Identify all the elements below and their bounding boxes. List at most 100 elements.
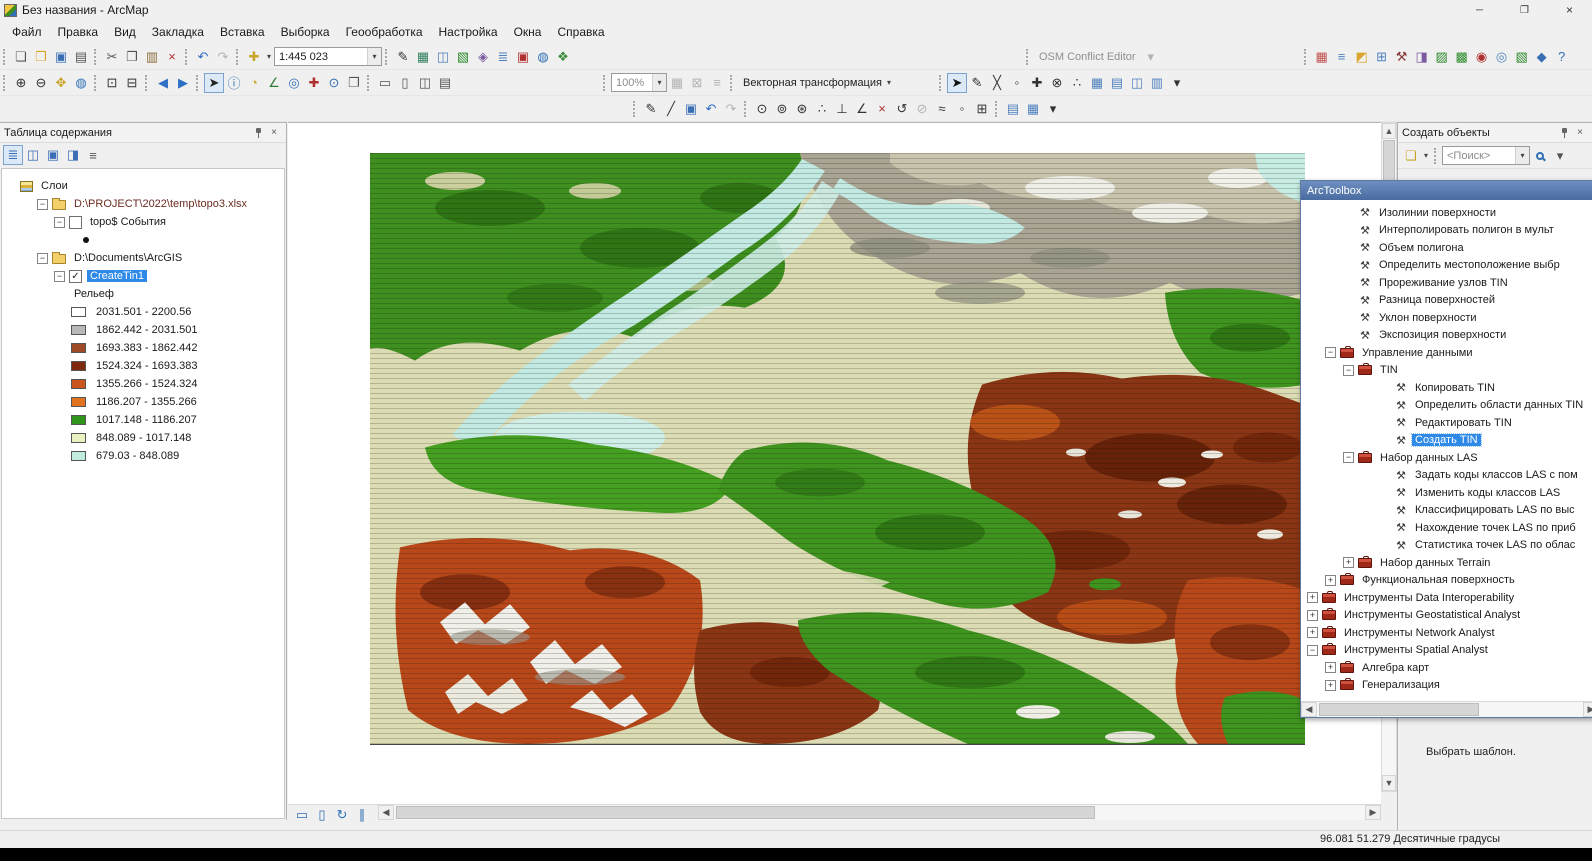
toolbox-item-label[interactable]: Экспозиция поверхности bbox=[1376, 329, 1509, 341]
toolbar-icon[interactable]: ⊙ bbox=[752, 99, 772, 119]
cut-icon[interactable]: ✂ bbox=[102, 47, 122, 67]
template-filter-dropdown-icon[interactable]: ▾ bbox=[1550, 146, 1570, 166]
toolbox-item-label[interactable]: Разница поверхностей bbox=[1376, 294, 1498, 306]
toolbar-icon[interactable]: ▦ bbox=[667, 73, 687, 93]
toolbar-icon[interactable]: ◩ bbox=[1352, 47, 1372, 67]
toolbox-item-label[interactable]: Функциональная поверхность bbox=[1359, 574, 1518, 586]
toolbar-icon[interactable]: ◫ bbox=[415, 73, 435, 93]
pause-drawing-icon[interactable]: ∥ bbox=[352, 805, 372, 825]
arctoolbox-title-bar[interactable]: ArcToolbox bbox=[1301, 181, 1592, 200]
create-features-pin-icon[interactable] bbox=[1556, 125, 1572, 141]
toolbox-window-icon[interactable]: ▣ bbox=[513, 47, 533, 67]
toolbar-icon[interactable]: ▯ bbox=[395, 73, 415, 93]
zoom-in-icon[interactable]: ⊕ bbox=[11, 73, 31, 93]
redo-icon[interactable]: ↷ bbox=[213, 47, 233, 67]
toc-close-icon[interactable]: × bbox=[266, 125, 282, 141]
sketch-tool-icon[interactable]: ✎ bbox=[967, 73, 987, 93]
create-features-tool-icon[interactable]: ✎ bbox=[641, 99, 661, 119]
editor-toolbar-icon[interactable]: ✎ bbox=[393, 47, 413, 67]
map-scale-combo[interactable]: 1:445 023▾ bbox=[274, 47, 382, 66]
toolbox-item-label[interactable]: Набор данных LAS bbox=[1377, 452, 1481, 464]
toolbar-icon[interactable]: ⊥ bbox=[832, 99, 852, 119]
toolbar-icon[interactable]: ⊗ bbox=[1047, 73, 1067, 93]
toolbox-item-label[interactable]: Инструменты Network Analyst bbox=[1341, 627, 1498, 639]
toc-renderer-label-label[interactable]: Рельеф bbox=[71, 288, 117, 300]
toolbox-item-label[interactable]: Определить области данных TIN bbox=[1412, 399, 1586, 411]
toolbar-icon[interactable]: ⚒ bbox=[1392, 47, 1412, 67]
previous-extent-icon[interactable]: ◀ bbox=[153, 73, 173, 93]
map-canvas[interactable] bbox=[370, 153, 1305, 745]
toc-item-label[interactable]: 1524.324 - 1693.383 bbox=[93, 360, 201, 372]
toolbar-icon[interactable]: ∴ bbox=[812, 99, 832, 119]
menu-insert[interactable]: Вставка bbox=[212, 22, 273, 42]
toolbox-item-label[interactable]: Генерализация bbox=[1359, 679, 1443, 691]
arccatalog-icon[interactable]: ◍ bbox=[533, 47, 553, 67]
toolbar-icon[interactable]: ⊚ bbox=[772, 99, 792, 119]
select-elements-icon[interactable]: ➤ bbox=[204, 73, 224, 93]
toolbox-item-label[interactable]: Алгебра карт bbox=[1359, 662, 1432, 674]
toolbar-icon[interactable]: ▭ bbox=[375, 73, 395, 93]
toolbar-icon[interactable]: ▤ bbox=[1107, 73, 1127, 93]
toc-pin-icon[interactable] bbox=[250, 125, 266, 141]
attributes-window-icon[interactable]: ▦ bbox=[1087, 73, 1107, 93]
expand-icon[interactable]: + bbox=[1307, 627, 1318, 638]
menu-customize[interactable]: Настройка bbox=[431, 22, 506, 42]
toolbar-icon[interactable]: ▧ bbox=[1512, 47, 1532, 67]
scrollbar-thumb[interactable] bbox=[1319, 703, 1479, 716]
toolbar-icon[interactable]: ⊘ bbox=[912, 99, 932, 119]
toolbar-icon[interactable]: ◎ bbox=[1492, 47, 1512, 67]
search-window-icon[interactable]: ▧ bbox=[453, 47, 473, 67]
template-search-combo[interactable]: <Поиск>▾ bbox=[1442, 146, 1530, 165]
toolbar-icon[interactable]: ▦ bbox=[1312, 47, 1332, 67]
map-horizontal-scrollbar[interactable] bbox=[394, 805, 1365, 820]
arctoolbox-scrollbar[interactable] bbox=[1317, 702, 1583, 717]
menu-help[interactable]: Справка bbox=[549, 22, 612, 42]
viewer-window-icon[interactable]: ❐ bbox=[344, 73, 364, 93]
arcglobe-icon[interactable]: ❖ bbox=[553, 47, 573, 67]
expand-icon[interactable]: + bbox=[1325, 575, 1336, 586]
print-icon[interactable]: ▤ bbox=[71, 47, 91, 67]
create-features-close-icon[interactable]: × bbox=[1572, 125, 1588, 141]
restore-button[interactable]: ❐ bbox=[1502, 0, 1547, 20]
find-icon[interactable]: ◎ bbox=[284, 73, 304, 93]
scroll-down-icon[interactable]: ▼ bbox=[1382, 775, 1396, 791]
toolbox-item-label[interactable]: Копировать TIN bbox=[1412, 382, 1498, 394]
toc-item-label[interactable]: 1017.148 - 1186.207 bbox=[93, 414, 200, 426]
model-builder-icon[interactable]: ◈ bbox=[473, 47, 493, 67]
close-button[interactable]: × bbox=[1547, 0, 1592, 20]
toolbar-icon[interactable]: ◆ bbox=[1532, 47, 1552, 67]
expand-icon[interactable]: + bbox=[1325, 680, 1336, 691]
toolbar-icon[interactable]: ∠ bbox=[852, 99, 872, 119]
toolbox-tool-create-tin-label[interactable]: Создать TIN bbox=[1412, 434, 1481, 446]
layer-visibility-checkbox[interactable]: ✓ bbox=[69, 270, 82, 283]
template-search-icon[interactable] bbox=[1530, 146, 1550, 166]
toc-group-arcgis-label[interactable]: D:\Documents\ArcGIS bbox=[71, 252, 185, 264]
expand-icon[interactable]: + bbox=[1343, 557, 1354, 568]
toolbar-icon[interactable]: ≈ bbox=[932, 99, 952, 119]
toolbar-icon[interactable]: ⊞ bbox=[1372, 47, 1392, 67]
toolbox-item-label[interactable]: TIN bbox=[1377, 364, 1401, 376]
toolbar-icon[interactable]: ╳ bbox=[987, 73, 1007, 93]
minimize-button[interactable]: ─ bbox=[1457, 0, 1502, 20]
toc-item-label[interactable]: 679.03 - 848.089 bbox=[93, 450, 182, 462]
toolbar-icon[interactable]: ◨ bbox=[1412, 47, 1432, 67]
toc-item-label[interactable]: 1693.383 - 1862.442 bbox=[93, 342, 201, 354]
toolbar-icon[interactable]: ▨ bbox=[1432, 47, 1452, 67]
toolbar-icon[interactable]: ▥ bbox=[1147, 73, 1167, 93]
layer-visibility-checkbox[interactable] bbox=[69, 216, 82, 229]
chevron-down-icon[interactable]: ▾ bbox=[1515, 147, 1529, 164]
full-extent-icon[interactable]: ◍ bbox=[71, 73, 91, 93]
chevron-down-icon[interactable]: ▾ bbox=[1421, 151, 1431, 160]
toolbar-icon[interactable]: ✚ bbox=[1027, 73, 1047, 93]
toolbox-item-label[interactable]: Классифицировать LAS по выс bbox=[1412, 504, 1578, 516]
scroll-up-icon[interactable]: ▲ bbox=[1382, 123, 1396, 139]
osm-conflict-editor-dropdown-icon[interactable]: ▾ bbox=[1141, 47, 1161, 67]
toolbar-icon[interactable]: ≡ bbox=[1332, 47, 1352, 67]
toolbar-icon[interactable]: ≡ bbox=[707, 73, 727, 93]
toolbar-icon[interactable]: ◉ bbox=[1472, 47, 1492, 67]
toolbox-item-label[interactable]: Интерполировать полигон в мульт bbox=[1376, 224, 1557, 236]
list-by-source-icon[interactable]: ◫ bbox=[23, 145, 43, 165]
scroll-left-icon[interactable]: ◀ bbox=[1301, 702, 1317, 717]
scroll-right-icon[interactable]: ▶ bbox=[1365, 805, 1381, 820]
toolbox-item-label[interactable]: Нахождение точек LAS по приб bbox=[1412, 522, 1579, 534]
